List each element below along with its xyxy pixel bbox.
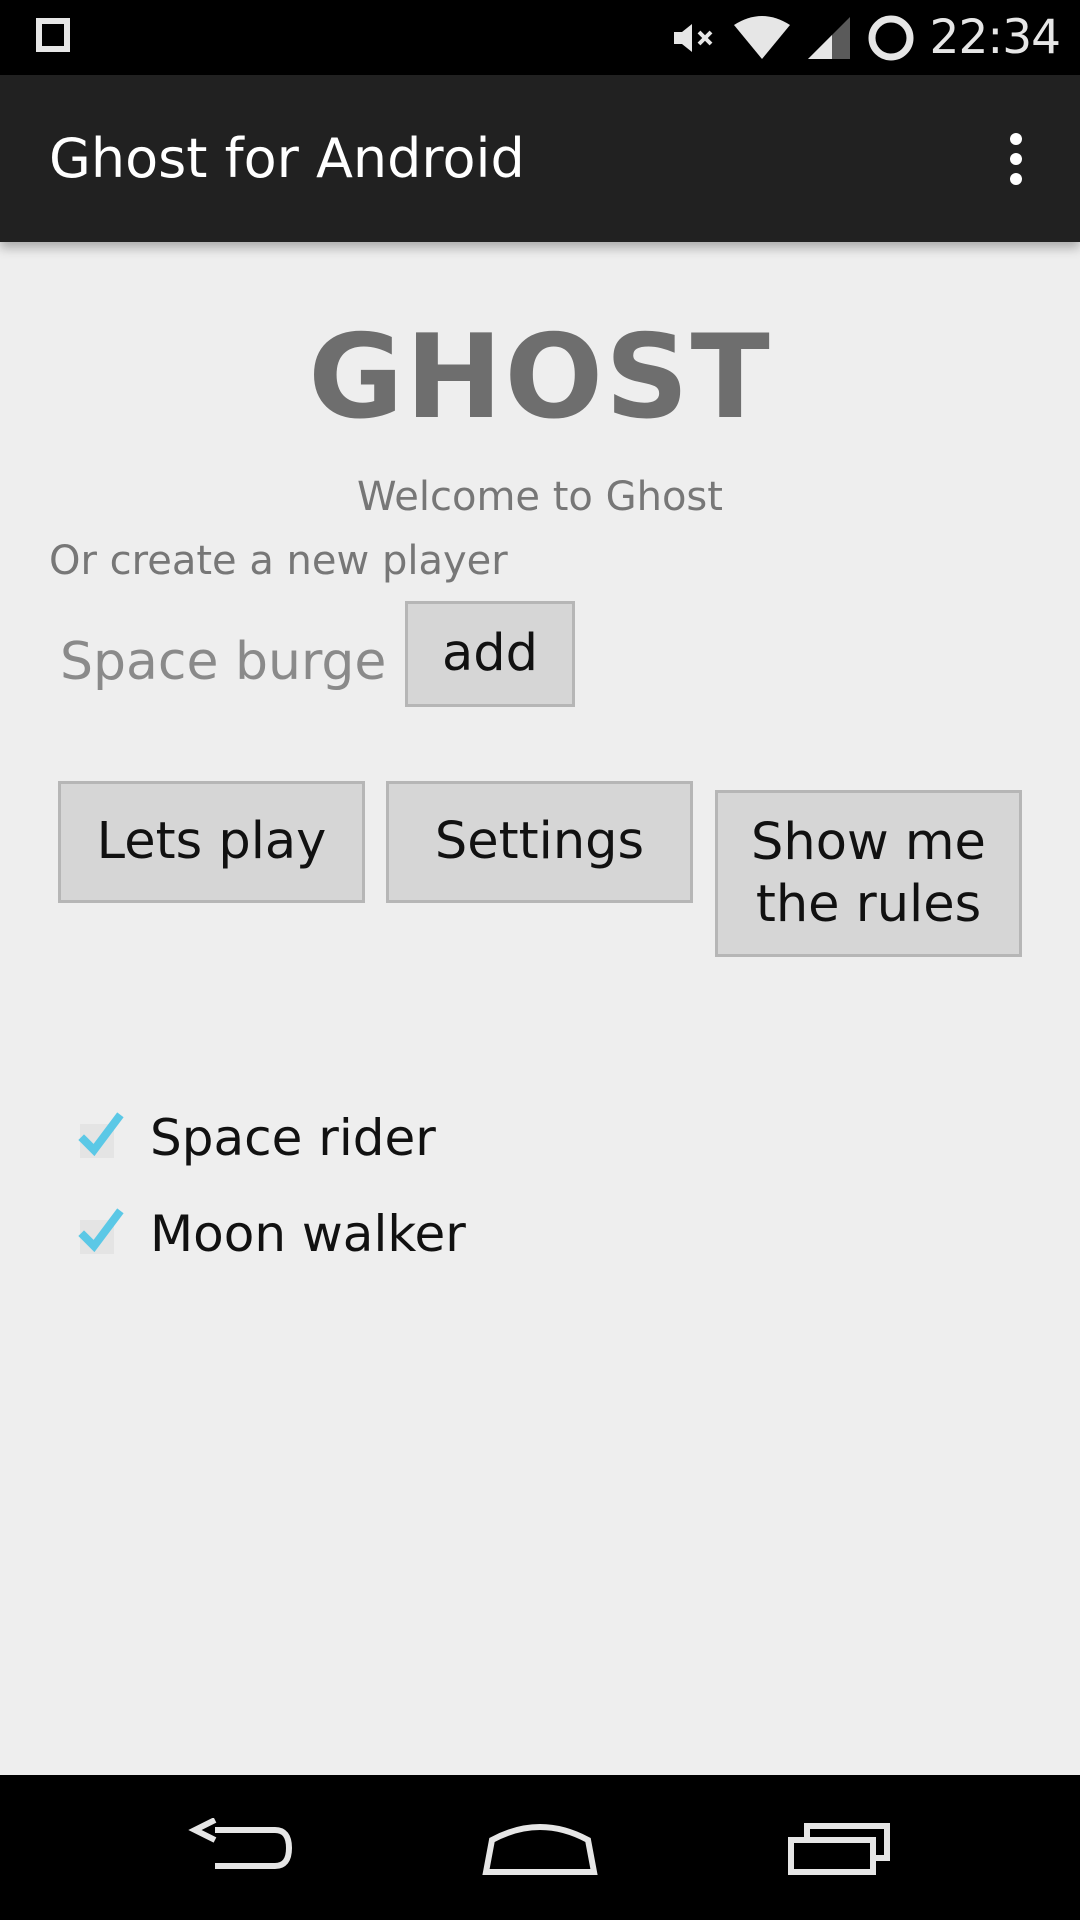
- show-rules-button[interactable]: Show me the rules: [715, 790, 1022, 957]
- wifi-icon: [733, 15, 790, 59]
- menu-dot: [1010, 173, 1022, 185]
- app-bar: Ghost for Android: [0, 75, 1080, 242]
- player-checkbox-item[interactable]: Space rider: [74, 1103, 436, 1173]
- notification-square-icon: [36, 18, 70, 52]
- player-name-input[interactable]: [60, 628, 390, 696]
- home-icon: [482, 1823, 598, 1875]
- screen: 22:34 Ghost for Android GHOST Welcome to…: [0, 0, 1080, 1920]
- cell-signal-icon: [807, 16, 850, 59]
- add-player-button[interactable]: add: [405, 601, 575, 707]
- recents-icon: [788, 1822, 890, 1875]
- status-time: 22:34: [929, 10, 1061, 65]
- back-icon: [188, 1817, 293, 1869]
- back-button[interactable]: [175, 1805, 305, 1890]
- home-button[interactable]: [475, 1805, 605, 1890]
- lets-play-button[interactable]: Lets play: [58, 781, 365, 903]
- player-name: Space rider: [150, 1109, 436, 1167]
- player-name: Moon walker: [150, 1205, 466, 1263]
- volume-muted-icon: [673, 23, 712, 52]
- welcome-text: Welcome to Ghost: [357, 474, 723, 520]
- app-title: Ghost for Android: [49, 127, 525, 190]
- settings-button[interactable]: Settings: [386, 781, 693, 903]
- game-title: GHOST: [308, 310, 772, 445]
- status-bar: 22:34: [0, 0, 1080, 75]
- overflow-menu-icon[interactable]: [988, 119, 1044, 199]
- checkbox-checked-icon[interactable]: [74, 1206, 130, 1262]
- navigation-bar: [0, 1775, 1080, 1920]
- checkbox-checked-icon[interactable]: [74, 1110, 130, 1166]
- status-icons: 22:34: [672, 0, 1061, 75]
- player-checkbox-item[interactable]: Moon walker: [74, 1199, 466, 1269]
- menu-dot: [1010, 153, 1022, 165]
- menu-dot: [1010, 133, 1022, 145]
- sync-ring-icon: [868, 15, 914, 60]
- create-player-label: Or create a new player: [49, 538, 508, 584]
- recents-button[interactable]: [775, 1805, 905, 1890]
